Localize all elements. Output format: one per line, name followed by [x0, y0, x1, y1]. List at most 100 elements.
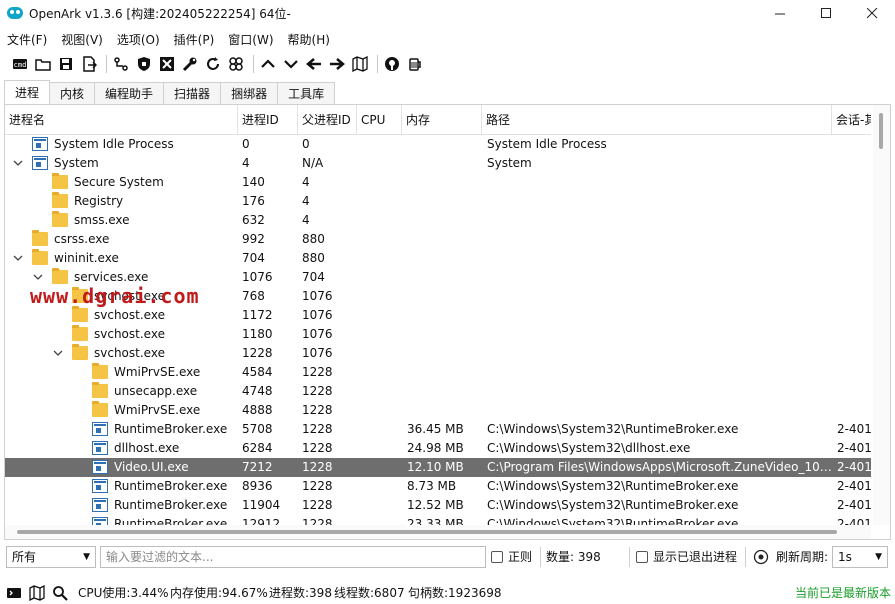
column-header-name[interactable]: 进程名	[5, 105, 238, 135]
process-id: 5708	[242, 422, 273, 436]
table-row[interactable]: svchost.exe 1172 1076	[5, 306, 871, 325]
kill-process-button[interactable]	[157, 54, 177, 74]
column-header-memory[interactable]: 内存	[402, 105, 482, 135]
close-button[interactable]	[849, 0, 895, 26]
chevron-down-icon[interactable]	[13, 158, 23, 168]
table-row[interactable]: svchost.exe 1228 1076	[5, 344, 871, 363]
tab-coder-kit[interactable]: 编程助手	[94, 82, 165, 104]
open-button[interactable]	[33, 54, 53, 74]
move-up-button[interactable]	[258, 54, 278, 74]
table-row[interactable]: Video.UI.exe 7212 1228 12.10 MB C:\Program F…	[5, 458, 871, 477]
column-header-cpu[interactable]: CPU	[357, 105, 402, 135]
column-header-pid[interactable]: 进程ID	[238, 105, 298, 135]
console-button[interactable]: cmd	[10, 54, 30, 74]
column-header-ppid[interactable]: 父进程ID	[298, 105, 357, 135]
table-row[interactable]: wininit.exe 704 880	[5, 249, 871, 268]
cpu-value	[361, 211, 403, 230]
clover-button[interactable]	[226, 54, 246, 74]
wrench-button[interactable]	[180, 54, 200, 74]
process-tree-button[interactable]	[111, 54, 131, 74]
menu-file[interactable]: 文件(F)	[7, 31, 47, 48]
status-search-button[interactable]	[52, 585, 68, 601]
session-value	[837, 325, 871, 344]
menu-view[interactable]: 视图(V)	[61, 31, 103, 48]
status-map-button[interactable]	[29, 585, 45, 601]
menu-window[interactable]: 窗口(W)	[228, 31, 273, 48]
horizontal-scrollbar-thumb[interactable]	[17, 530, 837, 534]
cpu-value	[361, 401, 403, 420]
kill-process-icon	[160, 57, 174, 71]
table-row[interactable]: RuntimeBroker.exe 11904 1228 12.52 MB C:\Win…	[5, 496, 871, 515]
menu-options[interactable]: 选项(O)	[117, 31, 160, 48]
chevron-down-icon[interactable]	[33, 272, 43, 282]
menu-help[interactable]: 帮助(H)	[288, 31, 330, 48]
table-row[interactable]: WmiPrvSE.exe 4584 1228	[5, 363, 871, 382]
back-button[interactable]	[304, 54, 324, 74]
column-header-session[interactable]: 会话-其	[832, 105, 871, 135]
memory-value	[407, 325, 483, 344]
map-button[interactable]	[350, 54, 370, 74]
regex-checkbox[interactable]	[491, 551, 503, 563]
chevron-down-icon[interactable]	[53, 348, 63, 358]
tab-toolkit[interactable]: 工具库	[277, 82, 336, 104]
process-path: System	[487, 156, 532, 170]
column-header-path[interactable]: 路径	[482, 105, 832, 135]
save-button[interactable]	[56, 54, 76, 74]
open-folder-icon	[35, 59, 51, 71]
maximize-button[interactable]	[803, 0, 849, 26]
table-row[interactable]: svchost.exe 1180 1076	[5, 325, 871, 344]
refresh-button[interactable]	[203, 54, 223, 74]
session-value	[837, 363, 871, 382]
process-id: 176	[242, 194, 265, 208]
table-row[interactable]: System Idle Process 0 0 System Idle Process	[5, 135, 871, 154]
table-row[interactable]: csrss.exe 992 880	[5, 230, 871, 249]
target-icon[interactable]	[753, 549, 769, 565]
cpu-value	[361, 249, 403, 268]
maximize-icon	[820, 7, 831, 18]
process-path	[487, 401, 833, 420]
table-row[interactable]: RuntimeBroker.exe 8936 1228 8.73 MB C:\Windo…	[5, 477, 871, 496]
filter-input[interactable]: 输入要过滤的文本...	[100, 546, 486, 568]
show-exited-checkbox[interactable]	[636, 551, 648, 563]
table-row[interactable]: dllhost.exe 6284 1228 24.98 MB C:\Windows\Sy…	[5, 439, 871, 458]
shield-button[interactable]	[134, 54, 154, 74]
status-console-button[interactable]	[6, 585, 22, 601]
session-value	[837, 154, 871, 173]
process-path	[487, 382, 833, 401]
table-row[interactable]: smss.exe 632 4	[5, 211, 871, 230]
tab-process[interactable]: 进程	[4, 80, 51, 104]
cpu-value	[361, 173, 403, 192]
table-row[interactable]: System 4 N/A System	[5, 154, 871, 173]
scope-select[interactable]: 所有 ▼	[6, 546, 96, 568]
move-down-button[interactable]	[281, 54, 301, 74]
export-button[interactable]	[79, 54, 99, 74]
refresh-period-select[interactable]: 1s ▼	[832, 546, 888, 568]
vertical-scrollbar[interactable]	[873, 105, 890, 525]
horizontal-scrollbar[interactable]	[5, 525, 871, 539]
memory-value	[407, 382, 483, 401]
tab-bundler[interactable]: 捆绑器	[220, 82, 279, 104]
tab-kernel[interactable]: 内核	[49, 82, 96, 104]
process-path	[487, 306, 833, 325]
table-row[interactable]: WmiPrvSE.exe 4888 1228	[5, 401, 871, 420]
memory-value	[407, 363, 483, 382]
minimize-button[interactable]	[757, 0, 803, 26]
chevron-down-icon[interactable]	[13, 253, 23, 263]
table-row[interactable]: Secure System 140 4	[5, 173, 871, 192]
donate-button[interactable]	[405, 54, 425, 74]
table-row[interactable]: RuntimeBroker.exe 12912 1228 23.33 MB C:\Win…	[5, 515, 871, 525]
toolbar: cmd	[0, 52, 895, 76]
github-button[interactable]	[382, 54, 402, 74]
memory-value	[407, 230, 483, 249]
table-row[interactable]: Registry 176 4	[5, 192, 871, 211]
forward-button[interactable]	[327, 54, 347, 74]
tab-scanner[interactable]: 扫描器	[163, 82, 222, 104]
cpu-value	[361, 496, 403, 515]
table-row[interactable]: RuntimeBroker.exe 5708 1228 36.45 MB C:\Wind…	[5, 420, 871, 439]
vertical-scrollbar-thumb[interactable]	[879, 113, 883, 149]
parent-process-id: 0	[302, 137, 310, 151]
update-status: 当前已是最新版本	[794, 586, 891, 600]
table-row[interactable]: unsecapp.exe 4748 1228	[5, 382, 871, 401]
process-table-body: System Idle Process 0 0 System Idle Process…	[5, 135, 871, 525]
menu-plugins[interactable]: 插件(P)	[174, 31, 215, 48]
